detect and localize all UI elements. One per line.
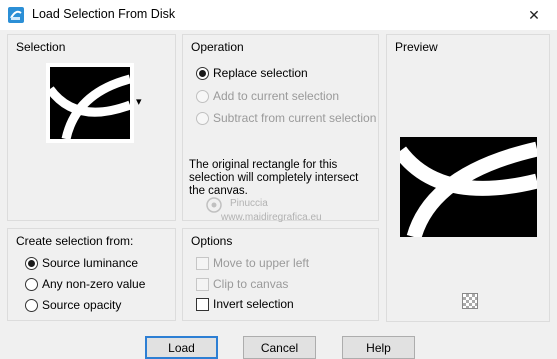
- radio-replace-selection[interactable]: Replace selection: [196, 66, 308, 80]
- radio-label: Any non-zero value: [42, 277, 146, 291]
- radio-indicator: [25, 256, 38, 270]
- operation-group: Operation Replace selection Add to curre…: [182, 34, 379, 221]
- radio-indicator: [196, 111, 209, 125]
- radio-source-luminance[interactable]: Source luminance: [25, 256, 138, 270]
- selection-dropdown-icon[interactable]: ▾: [136, 95, 142, 108]
- create-from-group: Create selection from: Source luminance …: [7, 228, 176, 321]
- preview-group-title: Preview: [395, 40, 438, 54]
- load-button[interactable]: Load: [145, 336, 218, 359]
- checkbox-label: Clip to canvas: [213, 277, 289, 291]
- radio-indicator: [196, 66, 209, 80]
- radio-any-non-zero[interactable]: Any non-zero value: [25, 277, 145, 291]
- operation-group-title: Operation: [191, 40, 244, 54]
- window-title: Load Selection From Disk: [32, 7, 176, 21]
- selection-thumbnail-image: [46, 67, 132, 141]
- watermark-url: www.maidiregrafica.eu: [221, 212, 322, 223]
- radio-label: Source opacity: [42, 298, 122, 312]
- checkbox-indicator: [196, 297, 209, 311]
- operation-description: The original rectangle for this selectio…: [189, 159, 359, 197]
- checkbox-move-upper-left[interactable]: Move to upper left: [196, 256, 309, 270]
- radio-indicator: [25, 298, 38, 312]
- checkbox-invert-selection[interactable]: Invert selection: [196, 297, 294, 311]
- checkbox-label: Move to upper left: [213, 256, 310, 270]
- watermark-name: Pinuccia: [230, 198, 268, 209]
- close-icon: ✕: [528, 6, 540, 23]
- title-bar: Load Selection From Disk ✕: [0, 0, 557, 30]
- radio-label: Add to current selection: [213, 89, 340, 103]
- radio-indicator: [25, 277, 38, 291]
- close-button[interactable]: ✕: [511, 0, 557, 30]
- selection-thumbnail[interactable]: [46, 63, 134, 143]
- checkbox-indicator: [196, 277, 209, 291]
- radio-add-to-selection[interactable]: Add to current selection: [196, 89, 339, 103]
- checkerboard-icon[interactable]: [462, 293, 478, 309]
- radio-subtract-from-selection[interactable]: Subtract from current selection: [196, 111, 376, 125]
- options-group-title: Options: [191, 234, 233, 248]
- preview-group: Preview: [386, 34, 550, 322]
- selection-app-icon: [8, 7, 24, 23]
- checkbox-indicator: [196, 256, 209, 270]
- selection-group-title: Selection: [16, 40, 66, 54]
- preview-image: [400, 137, 537, 237]
- checkbox-clip-to-canvas[interactable]: Clip to canvas: [196, 277, 288, 291]
- help-button[interactable]: Help: [342, 336, 415, 359]
- watermark: Pinuccia www.maidiregrafica.eu: [205, 196, 365, 230]
- checkbox-label: Invert selection: [213, 297, 294, 311]
- radio-label: Subtract from current selection: [213, 111, 377, 125]
- create-from-group-title: Create selection from:: [16, 234, 134, 248]
- options-group: Options Move to upper left Clip to canva…: [182, 228, 379, 321]
- radio-indicator: [196, 89, 209, 103]
- radio-source-opacity[interactable]: Source opacity: [25, 298, 121, 312]
- selection-group: Selection ▾: [7, 34, 176, 221]
- radio-label: Source luminance: [42, 256, 139, 270]
- cancel-button[interactable]: Cancel: [243, 336, 316, 359]
- radio-label: Replace selection: [213, 66, 308, 80]
- load-selection-dialog: Load Selection From Disk ✕ Selection ▾ O…: [0, 0, 557, 359]
